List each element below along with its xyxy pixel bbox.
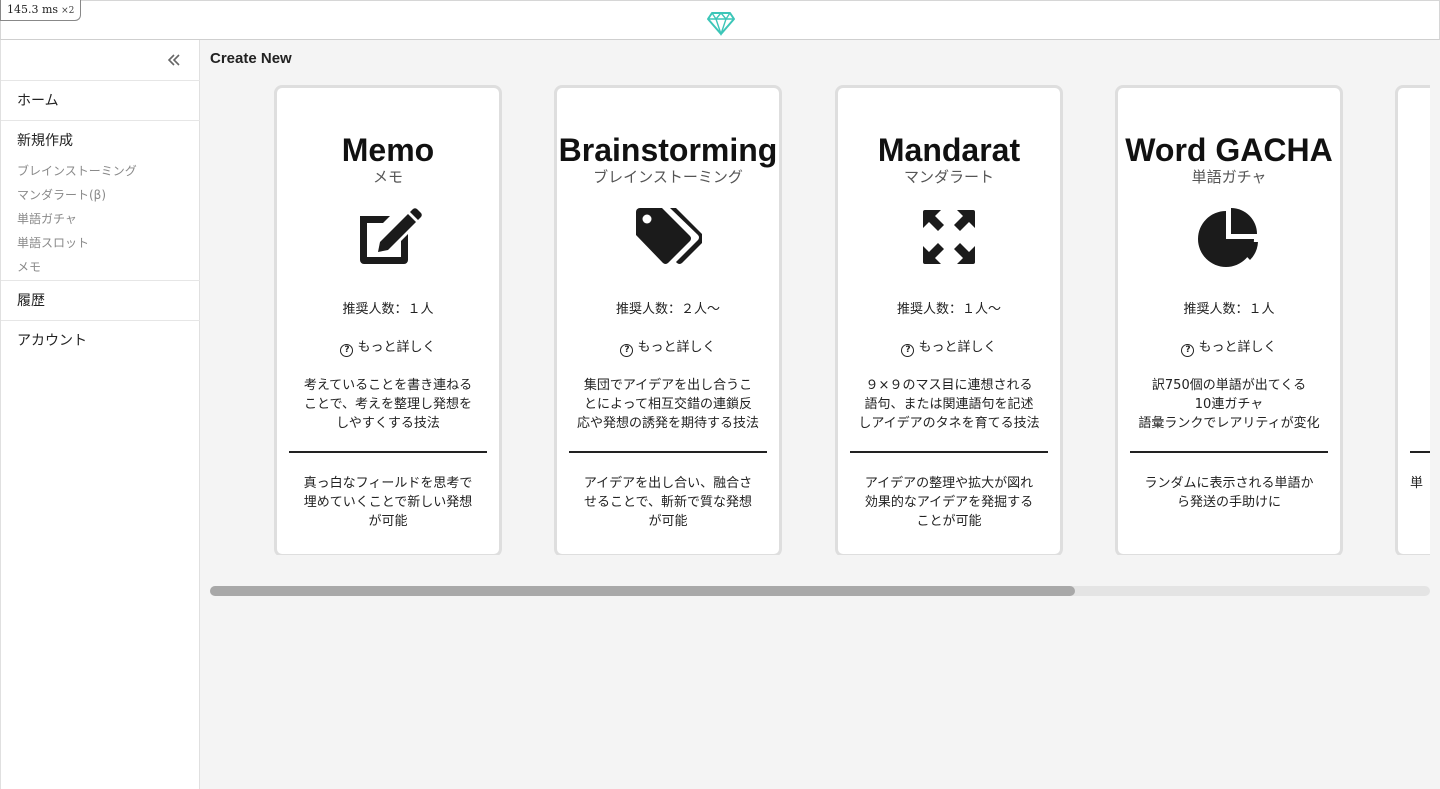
card-subtitle: メモ [372, 168, 403, 186]
sidebar-item-account[interactable]: アカウント [1, 321, 200, 361]
desc-line: ことで、考えを整理し発想を [303, 397, 473, 412]
card-description: 考えていることを書き連ねる ことで、考えを整理し発想を しやすくする技法 [283, 376, 493, 433]
benefit-line: ランダムに表示される単語か [1144, 476, 1314, 491]
sidebar-item-home[interactable]: ホーム [1, 81, 200, 121]
card-description: 集団でアイデアを出し合うこ とによって相互交錯の連鎖反 応や発想の誘発を期待する… [563, 376, 773, 433]
benefit-line: アイデアの整理や拡大が図れ [864, 476, 1034, 491]
card-benefit: ランダムに表示される単語か ら発送の手助けに [1130, 474, 1328, 512]
card-title: Word GACHA [1125, 132, 1333, 168]
benefit-line: 単 [1410, 476, 1424, 491]
more-info-label: もっと詳しく [1198, 340, 1277, 355]
card-divider [1410, 451, 1430, 453]
nav-section-create: 新規作成 ブレインストーミング マンダラート(β) 単語ガチャ 単語スロット メ… [1, 120, 200, 279]
sidebar-sub-memo[interactable]: メモ [1, 255, 200, 279]
card-title: Memo [341, 132, 435, 168]
scrollbar-thumb[interactable] [210, 586, 1075, 596]
nav-section-history: 履歴 [1, 280, 200, 321]
desc-line: 語彙ランクでレアリティが変化 [1138, 416, 1320, 431]
more-info-label: もっと詳しく [637, 340, 716, 355]
nav-section-account: アカウント [1, 320, 200, 361]
card-brainstorming[interactable]: Brainstorming ブレインストーミング 推奨人数：２人〜 ? もっと詳し… [554, 85, 782, 555]
top-bar [0, 0, 1440, 40]
question-icon: ? [901, 344, 915, 357]
tags-icon [634, 206, 705, 268]
horizontal-scrollbar[interactable] [210, 586, 1430, 596]
sidebar-sub-mandarat[interactable]: マンダラート(β) [1, 183, 200, 207]
card-mandarat[interactable]: Mandarat マンダラート 推奨人数：１人〜 ? もっと詳しく ９×９のマス目… [835, 85, 1063, 555]
card-description: ９×９のマス目に連想される 語句、または関連語句を記述 しアイデアのタネを育てる… [844, 376, 1054, 433]
perf-time: 145.3 ms [7, 3, 59, 16]
card-benefit: アイデアを出し合い、融合さ せることで、斬新で質な発想 が可能 [569, 474, 767, 531]
perf-multiplier: ×2 [61, 6, 75, 16]
more-info-label: もっと詳しく [918, 340, 997, 355]
card-subtitle: 単語ガチャ [1191, 168, 1267, 186]
desc-line: 応や発想の誘発を期待する技法 [576, 416, 759, 431]
diamond-logo-icon[interactable] [706, 6, 736, 37]
pie-chart-icon [1195, 206, 1263, 268]
benefit-line: が可能 [648, 514, 688, 529]
card-benefit: 単 [1410, 474, 1430, 493]
desc-line: 考えていることを書き連ねる [303, 378, 473, 393]
more-info-link[interactable]: ? もっと詳しく [277, 336, 499, 357]
card-divider [569, 451, 767, 453]
benefit-line: せることで、斬新で質な発想 [583, 495, 753, 510]
benefit-line: 真っ白なフィールドを思考で [303, 476, 473, 491]
card-divider [289, 451, 487, 453]
benefit-line: 効果的なアイデアを発掘する [864, 495, 1034, 510]
benefit-line: ら発送の手助けに [1176, 495, 1281, 510]
card-word-gacha[interactable]: Word GACHA 単語ガチャ 推奨人数：１人 ? もっと詳しく 訳750個の単… [1115, 85, 1343, 555]
more-info-link[interactable]: ? もっと詳しく [557, 336, 779, 357]
desc-line: 語句、または関連語句を記述 [864, 397, 1034, 412]
main-content: Create New Memo メモ 推奨人数：１人 ? もっと詳しく 考えている… [200, 40, 1440, 789]
more-info-link[interactable]: ? もっと詳しく [838, 336, 1060, 357]
more-info-label: もっと詳しく [357, 340, 436, 355]
edit-icon [354, 206, 422, 268]
card-title: Brainstorming [558, 132, 778, 168]
card-divider [850, 451, 1048, 453]
sidebar-item-history[interactable]: 履歴 [1, 281, 200, 321]
card-subtitle: ブレインストーミング [593, 168, 743, 186]
desc-line: 訳750個の単語が出てくる [1151, 378, 1307, 393]
sidebar-sub-brainstorming[interactable]: ブレインストーミング [1, 159, 200, 183]
sidebar-sub-word-gacha[interactable]: 単語ガチャ [1, 207, 200, 231]
desc-line: 10連ガチャ [1194, 397, 1264, 412]
card-subtitle: マンダラート [903, 168, 994, 186]
desc-line: とによって相互交錯の連鎖反 [584, 397, 752, 412]
sidebar-item-create[interactable]: 新規作成 [1, 121, 200, 161]
card-benefit: アイデアの整理や拡大が図れ 効果的なアイデアを発掘する ことが可能 [850, 474, 1048, 531]
card-recommended: 推奨人数：１人 [342, 302, 434, 317]
benefit-line: ことが可能 [916, 514, 982, 529]
card-title: Mandarat [877, 132, 1021, 168]
expand-arrows-icon [915, 206, 983, 268]
benefit-line: アイデアを出し合い、融合さ [583, 476, 753, 491]
question-icon: ? [620, 344, 634, 357]
card-recommended: 推奨人数：１人〜 [896, 302, 1001, 317]
card-recommended: 推奨人数：１人 [1183, 302, 1275, 317]
sidebar: ホーム 新規作成 ブレインストーミング マンダラート(β) 単語ガチャ 単語スロ… [0, 40, 200, 789]
sidebar-sub-word-slot[interactable]: 単語スロット [1, 231, 200, 255]
card-memo[interactable]: Memo メモ 推奨人数：１人 ? もっと詳しく 考えていることを書き連ねる こと… [274, 85, 502, 555]
desc-line: しやすくする技法 [336, 416, 440, 431]
desc-line: 集団でアイデアを出し合うこ [583, 378, 753, 393]
desc-line: しアイデアのタネを育てる技法 [858, 416, 1040, 431]
question-icon: ? [340, 344, 354, 357]
nav-section-home: ホーム [1, 80, 200, 121]
question-icon: ? [1181, 344, 1195, 357]
more-info-link[interactable]: ? もっと詳しく [1118, 336, 1340, 357]
card-word-slot-partial[interactable]: 単 [1395, 85, 1430, 555]
card-recommended: 推奨人数：２人〜 [615, 302, 720, 317]
benefit-line: が可能 [368, 514, 408, 529]
double-chevron-left-icon[interactable] [167, 52, 181, 66]
card-benefit: 真っ白なフィールドを思考で 埋めていくことで新しい発想 が可能 [289, 474, 487, 531]
card-divider [1130, 451, 1328, 453]
benefit-line: 埋めていくことで新しい発想 [303, 495, 473, 510]
card-carousel: Memo メモ 推奨人数：１人 ? もっと詳しく 考えていることを書き連ねる こと… [210, 85, 1430, 555]
page-title: Create New [210, 50, 292, 67]
desc-line: ９×９のマス目に連想される [865, 378, 1033, 393]
card-description: 訳750個の単語が出てくる 10連ガチャ 語彙ランクでレアリティが変化 [1124, 376, 1334, 433]
performance-badge: 145.3 ms ×2 [0, 0, 82, 21]
